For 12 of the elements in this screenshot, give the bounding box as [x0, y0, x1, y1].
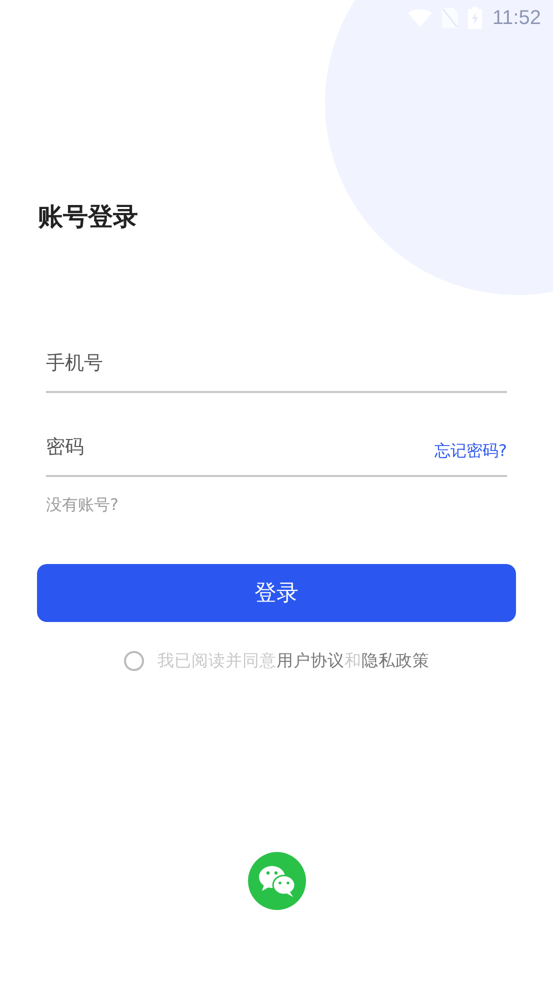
- battery-icon: [468, 7, 482, 29]
- page-title: 账号登录: [38, 201, 139, 233]
- forgot-password-link[interactable]: 忘记密码?: [434, 440, 507, 462]
- agreement-radio[interactable]: [124, 651, 144, 671]
- register-link[interactable]: 没有账号?: [46, 495, 118, 516]
- input-field[interactable]: 手机号: [46, 352, 507, 374]
- agreement-link[interactable]: 隐私政策: [362, 651, 430, 670]
- agreement-link[interactable]: 用户协议: [276, 651, 344, 670]
- status-time: 11:52: [492, 6, 541, 30]
- login-button[interactable]: 登录: [37, 564, 516, 622]
- chat-bubbles-icon[interactable]: [248, 852, 306, 910]
- input-field[interactable]: 密码: [46, 436, 434, 458]
